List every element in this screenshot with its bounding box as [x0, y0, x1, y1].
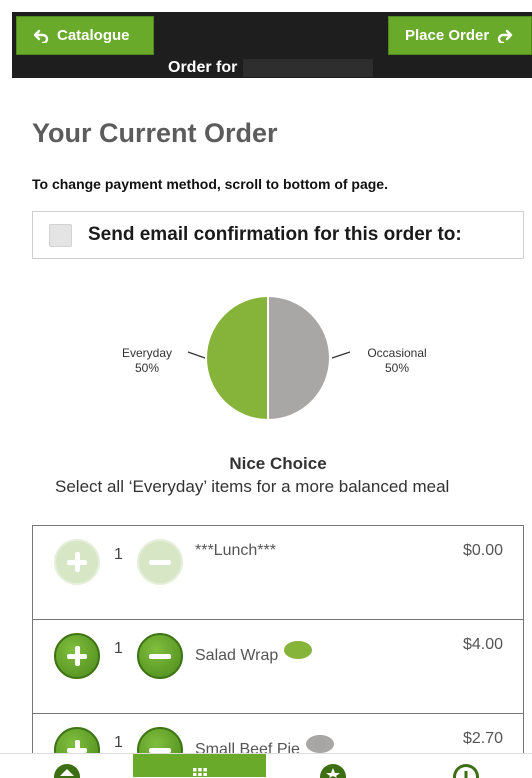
increase-quantity-button[interactable]: [54, 633, 100, 679]
back-arrow-icon: [33, 29, 49, 43]
pie-label-occasional: Occasional 50%: [352, 346, 442, 376]
nav-info[interactable]: [399, 754, 532, 778]
nav-home[interactable]: [0, 754, 133, 778]
advice-description: Select all ‘Everyday’ items for a more b…: [55, 477, 450, 496]
forward-arrow-icon: [498, 29, 513, 43]
item-name-row: Salad Wrap: [195, 641, 313, 665]
list-item: 1 Salad Wrap $4.00: [33, 620, 523, 714]
minus-icon: [149, 653, 171, 659]
pie-slice-occasional: [267, 294, 331, 422]
everyday-category-dot: [284, 641, 313, 659]
pie-label-everyday-name: Everyday: [121, 346, 173, 360]
item-price: $2.70: [462, 730, 503, 747]
decrease-quantity-button[interactable]: [137, 539, 183, 585]
place-order-button[interactable]: Place Order: [388, 16, 532, 55]
bottom-nav: [0, 753, 532, 778]
item-price: $4.00: [462, 636, 503, 653]
leader-line-occasional: [331, 351, 351, 359]
grid-icon: [192, 768, 207, 776]
email-confirmation-checkbox[interactable]: [49, 223, 72, 247]
nav-favourites[interactable]: [266, 754, 399, 778]
email-confirmation-row[interactable]: Send email confirmation for this order t…: [32, 211, 524, 259]
payment-note: To change payment method, scroll to bott…: [32, 176, 388, 192]
plus-icon-vertical: [74, 552, 80, 572]
item-name: Small Beef Pie: [195, 741, 300, 753]
plus-icon-vertical: [74, 646, 80, 666]
balance-pie-chart: Everyday 50% Occasional 50%: [0, 290, 532, 430]
minus-icon: [149, 559, 171, 565]
minus-icon: [149, 747, 171, 753]
increase-quantity-button[interactable]: [54, 539, 100, 585]
increase-quantity-button[interactable]: [54, 727, 100, 753]
pie-label-occasional-name: Occasional: [367, 346, 427, 360]
order-for-row: Order for: [12, 58, 532, 78]
item-name: ***Lunch***: [195, 542, 276, 559]
leader-line-everyday: [187, 351, 206, 359]
page-title: Your Current Order: [32, 118, 278, 148]
email-confirmation-label: Send email confirmation for this order t…: [88, 224, 462, 245]
catalogue-label: Catalogue: [57, 27, 130, 44]
pie-label-everyday-value: 50%: [134, 361, 160, 375]
occasional-category-dot: [305, 735, 334, 753]
pie-slice-everyday: [205, 294, 269, 422]
list-item: 1 Small Beef Pie $2.70: [33, 714, 523, 753]
advice-title: Nice Choice: [229, 454, 327, 473]
decrease-quantity-button[interactable]: [137, 727, 183, 753]
item-quantity: 1: [114, 734, 123, 751]
item-name: Salad Wrap: [195, 647, 279, 664]
pie-svg: [187, 294, 351, 422]
item-quantity: 1: [114, 640, 123, 657]
catalogue-button[interactable]: Catalogue: [16, 16, 154, 55]
pie-label-occasional-value: 50%: [384, 361, 410, 375]
plus-icon-vertical: [74, 740, 80, 753]
order-for-label: Order for: [168, 59, 238, 76]
nav-catalogue[interactable]: [133, 754, 266, 777]
place-order-label: Place Order: [405, 27, 490, 44]
decrease-quantity-button[interactable]: [137, 633, 183, 679]
pie-label-everyday: Everyday 50%: [112, 346, 182, 376]
item-quantity: 1: [114, 546, 123, 563]
item-name-row: Small Beef Pie: [195, 735, 334, 753]
redacted-name: [243, 59, 374, 77]
item-price: $0.00: [462, 542, 503, 559]
top-bar: Catalogue Place Order Order for: [12, 12, 532, 78]
order-items-list: 1 ***Lunch*** $0.00 1 Salad Wrap $4.00 1: [32, 525, 524, 753]
list-item: 1 ***Lunch*** $0.00: [33, 526, 523, 620]
